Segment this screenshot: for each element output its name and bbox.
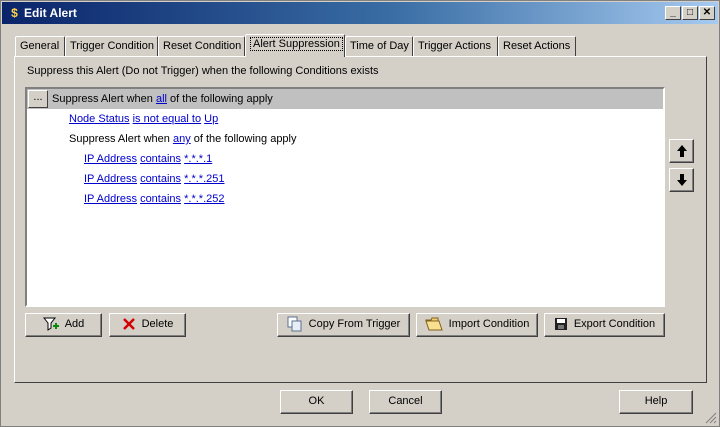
- save-disk-icon: [554, 318, 567, 331]
- group-condition-row[interactable]: Suppress Alert when any of the following…: [69, 129, 297, 149]
- condition-operator-link[interactable]: contains: [140, 173, 181, 185]
- cancel-button[interactable]: Cancel: [369, 390, 442, 414]
- condition-value-link[interactable]: *.*.*.1: [184, 153, 212, 165]
- maximize-button[interactable]: □: [682, 6, 698, 20]
- import-condition-button[interactable]: Import Condition: [416, 313, 538, 337]
- tab-trigger-actions[interactable]: Trigger Actions: [413, 36, 498, 56]
- title-bar[interactable]: $ Edit Alert _ □ ✕: [2, 2, 718, 24]
- condition-operator-link[interactable]: contains: [140, 193, 181, 205]
- ip-condition-row[interactable]: IP Address contains *.*.*.252: [84, 189, 224, 209]
- add-button[interactable]: Add: [25, 313, 102, 337]
- arrow-up-icon: [676, 145, 687, 157]
- ok-button[interactable]: OK: [280, 390, 353, 414]
- condition-field-link[interactable]: IP Address: [84, 173, 137, 185]
- condition-field-link[interactable]: Node Status: [69, 113, 130, 125]
- panel-caption: Suppress this Alert (Do not Trigger) whe…: [27, 65, 379, 77]
- group-suffix: of the following apply: [193, 133, 297, 145]
- edit-alert-window: $ Edit Alert _ □ ✕ General Trigger Condi…: [0, 0, 720, 427]
- tab-general[interactable]: General: [15, 36, 65, 56]
- help-button[interactable]: Help: [619, 390, 693, 414]
- root-condition-row[interactable]: ... Suppress Alert when all of the follo…: [27, 89, 663, 109]
- app-icon: $: [11, 6, 18, 20]
- arrow-down-icon: [676, 174, 687, 186]
- move-down-button[interactable]: [669, 168, 694, 192]
- tab-trigger-condition[interactable]: Trigger Condition: [65, 36, 158, 56]
- condition-value-link[interactable]: Up: [204, 113, 218, 125]
- resize-grip-icon[interactable]: [705, 412, 717, 424]
- condition-menu-button[interactable]: ...: [28, 90, 48, 108]
- copy-from-trigger-button[interactable]: Copy From Trigger: [277, 313, 410, 337]
- condition-list[interactable]: ... Suppress Alert when all of the follo…: [25, 87, 665, 307]
- condition-operator-link[interactable]: is not equal to: [133, 113, 202, 125]
- tab-alert-suppression[interactable]: Alert Suppression: [245, 34, 345, 57]
- delete-button[interactable]: Delete: [109, 313, 186, 337]
- condition-field-link[interactable]: IP Address: [84, 193, 137, 205]
- move-up-button[interactable]: [669, 139, 694, 163]
- copy-icon: [287, 316, 302, 332]
- filter-add-icon: [42, 317, 59, 332]
- condition-value-link[interactable]: *.*.*.251: [184, 173, 224, 185]
- ip-condition-row[interactable]: IP Address contains *.*.*.1: [84, 149, 212, 169]
- ip-condition-row[interactable]: IP Address contains *.*.*.251: [84, 169, 224, 189]
- root-quantifier-link[interactable]: all: [156, 93, 167, 105]
- condition-operator-link[interactable]: contains: [140, 153, 181, 165]
- tab-reset-actions[interactable]: Reset Actions: [498, 36, 576, 56]
- export-condition-button[interactable]: Export Condition: [544, 313, 665, 337]
- group-quantifier-link[interactable]: any: [173, 133, 191, 145]
- alert-suppression-panel: Suppress this Alert (Do not Trigger) whe…: [14, 56, 707, 383]
- root-prefix: Suppress Alert when: [52, 93, 153, 105]
- window-title: Edit Alert: [24, 6, 77, 20]
- minimize-button[interactable]: _: [665, 6, 681, 20]
- tab-time-of-day[interactable]: Time of Day: [345, 36, 413, 56]
- condition-value-link[interactable]: *.*.*.252: [184, 193, 224, 205]
- condition-field-link[interactable]: IP Address: [84, 153, 137, 165]
- root-suffix: of the following apply: [170, 93, 273, 105]
- delete-x-icon: [122, 318, 135, 330]
- open-folder-icon: [424, 317, 443, 331]
- close-button[interactable]: ✕: [699, 6, 715, 20]
- group-prefix: Suppress Alert when: [69, 133, 170, 145]
- node-status-condition-row[interactable]: Node Status is not equal to Up: [69, 109, 218, 129]
- tab-reset-condition[interactable]: Reset Condition: [158, 36, 245, 56]
